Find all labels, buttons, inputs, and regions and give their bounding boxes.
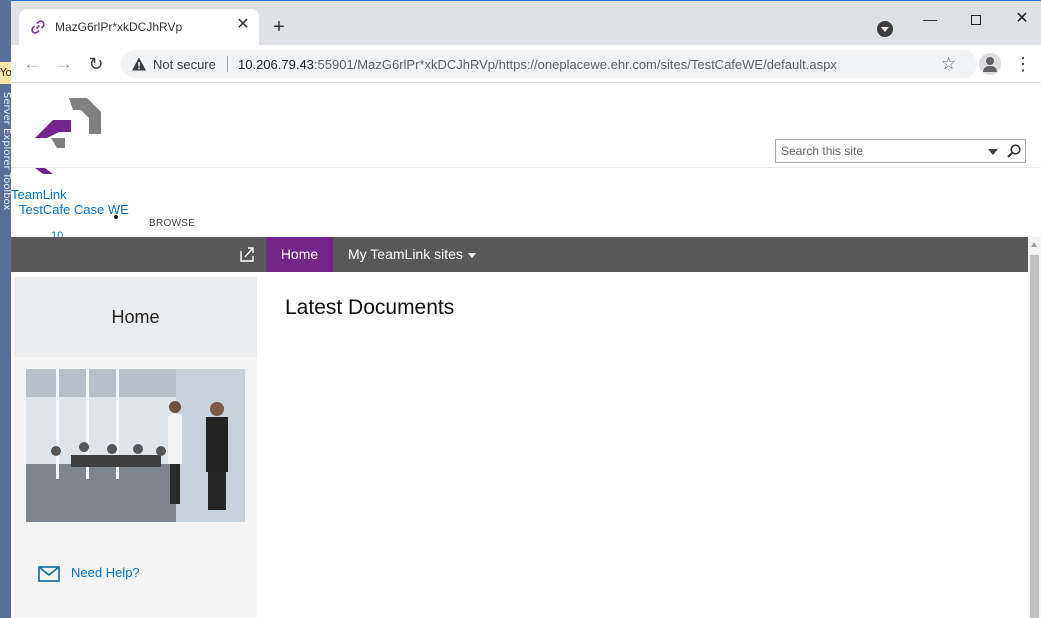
chevron-down-icon (467, 252, 476, 258)
star-icon[interactable]: ☆ (941, 54, 956, 74)
need-help-link[interactable]: Need Help? (71, 565, 140, 580)
maximize-icon (971, 15, 981, 26)
left-sidebar: Home Need Help? (14, 277, 257, 618)
url-text[interactable]: 10.206.79.43:55901/MazG6rlPr*xkDCJhRVp/h… (238, 57, 837, 72)
new-tab-button[interactable]: + (269, 17, 289, 37)
sidebar-home-link[interactable]: Home (14, 277, 257, 357)
ide-side-strip: Yo Server Explorer Toolbox (0, 0, 12, 618)
address-divider (227, 56, 228, 72)
nav-my-sites-label: My TeamLink sites (348, 246, 463, 262)
page-scrollbar[interactable] (1028, 237, 1041, 618)
teamlink-logo[interactable] (31, 92, 103, 174)
minimize-button[interactable]: — (907, 7, 953, 31)
site-search-box (775, 139, 1026, 163)
kebab-menu-icon[interactable]: ⋮ (1013, 53, 1033, 75)
meeting-room-photo (26, 369, 245, 522)
site-subtitle-link[interactable]: TestCafe Case WE (19, 202, 129, 217)
latest-documents-heading: Latest Documents (285, 296, 455, 319)
scroll-up-icon[interactable] (1031, 242, 1037, 247)
share-icon[interactable] (239, 245, 257, 263)
list-bullet (114, 215, 118, 219)
mail-icon[interactable] (38, 566, 60, 582)
tab-search-icon[interactable] (877, 21, 893, 37)
close-window-button[interactable]: ✕ (999, 7, 1041, 31)
tab-close-button[interactable]: ✕ (233, 15, 253, 35)
browser-tab[interactable]: MazG6rlPr*xkDCJhRVp ✕ (19, 9, 259, 45)
url-host: 10.206.79.43 (238, 57, 314, 72)
maximize-button[interactable] (953, 7, 999, 31)
forward-button[interactable]: → (53, 53, 75, 75)
browse-tab[interactable]: BROWSE (149, 218, 195, 229)
address-bar[interactable]: Not secure 10.206.79.43:55901/MazG6rlPr*… (121, 50, 977, 78)
reload-button[interactable]: ↻ (85, 53, 107, 75)
url-path: :55901/MazG6rlPr*xkDCJhRVp/https://onepl… (313, 57, 837, 72)
back-button[interactable]: ← (21, 53, 43, 75)
browser-toolbar: ← → ↻ Not secure 10.206.79.43:55901/MazG… (11, 45, 1041, 83)
warning-icon (132, 57, 146, 71)
title-bar: MazG6rlPr*xkDCJhRVp ✕ + — ✕ (11, 1, 1041, 45)
browser-window: MazG6rlPr*xkDCJhRVp ✕ + — ✕ ← → ↻ Not se… (11, 0, 1041, 618)
nav-home-tab[interactable]: Home (266, 237, 333, 272)
link-icon (31, 20, 45, 34)
page-content: TeamLink TestCafe Case WE BROWSE 10 Home… (11, 84, 1041, 618)
scrollbar-thumb[interactable] (1030, 255, 1039, 618)
top-navigation-bar: Home My TeamLink sites (11, 237, 1028, 272)
ide-side-label: Yo (0, 62, 11, 84)
search-icon[interactable] (1006, 143, 1022, 159)
site-title-link[interactable]: TeamLink (11, 187, 67, 202)
account-icon[interactable] (979, 53, 1001, 75)
header-divider (11, 167, 1041, 168)
search-input[interactable] (776, 140, 982, 162)
security-label[interactable]: Not secure (153, 57, 216, 72)
tab-title: MazG6rlPr*xkDCJhRVp (55, 20, 183, 34)
nav-my-sites-dropdown[interactable]: My TeamLink sites (348, 237, 476, 272)
search-scope-dropdown-icon[interactable] (988, 149, 998, 155)
